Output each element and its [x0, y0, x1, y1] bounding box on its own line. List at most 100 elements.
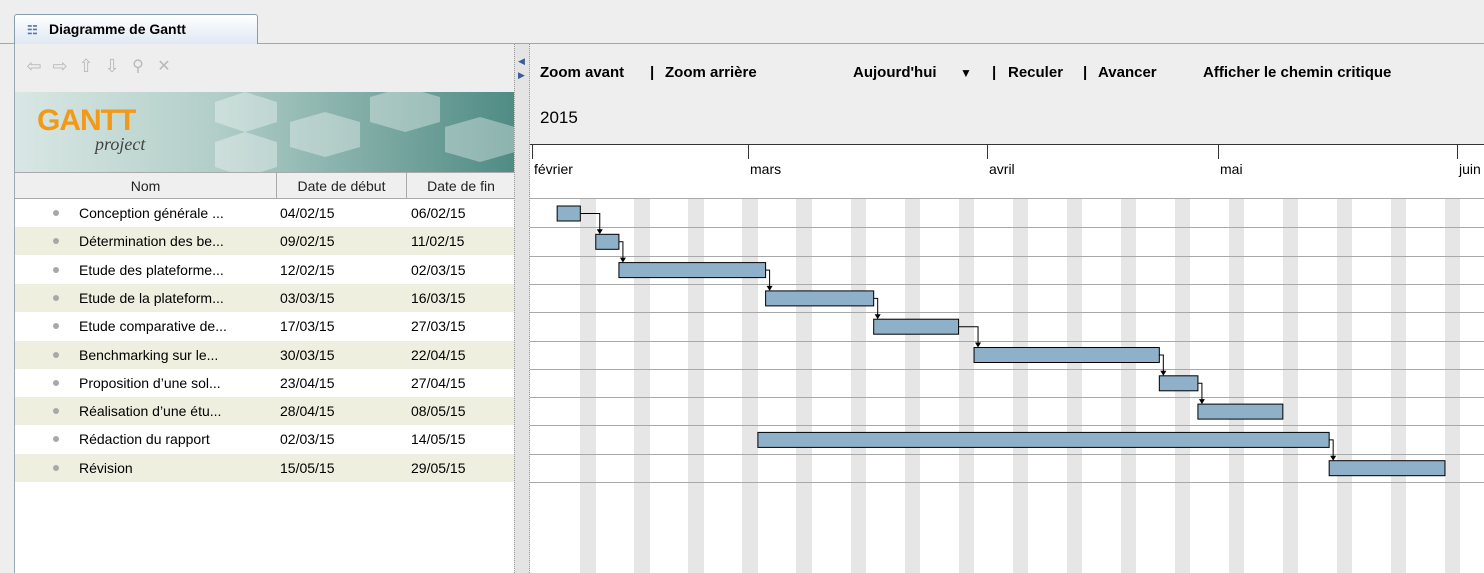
task-end-date: 22/04/15 [411, 346, 466, 363]
dependency-arrow-head [1330, 455, 1337, 461]
task-end-date: 27/04/15 [411, 374, 466, 391]
month-tick [1218, 145, 1219, 159]
table-row[interactable]: Rédaction du rapport 02/03/15 14/05/15 [15, 425, 515, 453]
arrow-left-icon[interactable]: ⇦ [23, 56, 45, 77]
collapse-left-icon[interactable]: ◀ [518, 56, 525, 67]
task-start-date: 17/03/15 [280, 318, 335, 335]
tab-label: Diagramme de Gantt [49, 21, 186, 37]
task-end-date: 27/03/15 [411, 318, 466, 335]
task-bar[interactable] [1197, 403, 1284, 420]
column-header-end[interactable]: Date de fin [407, 173, 515, 199]
unlink-icon[interactable]: ✕ [153, 56, 175, 76]
task-bullet-icon [53, 351, 59, 358]
task-bullet-icon [53, 436, 59, 443]
dependency-line [1329, 439, 1334, 457]
month-tick [748, 145, 749, 159]
gantt-tab-icon: ☷ [27, 23, 38, 37]
month-tick [1457, 145, 1458, 159]
zoom-out-link[interactable]: Zoom arrière [665, 64, 757, 81]
task-name: Rédaction du rapport [79, 431, 210, 448]
task-bullet-icon [53, 210, 59, 216]
task-name: Benchmarking sur le... [79, 346, 219, 363]
month-label: mai [1220, 161, 1243, 177]
task-bar[interactable] [873, 318, 960, 335]
task-bar[interactable] [1328, 460, 1446, 477]
table-header: Nom Date de début Date de fin [15, 172, 515, 199]
month-label: février [534, 161, 573, 177]
task-name: Etude des plateforme... [79, 261, 224, 278]
task-bar[interactable] [556, 205, 581, 222]
gantt-logo-sub: project [95, 134, 146, 154]
back-link[interactable]: Reculer [1008, 64, 1063, 81]
dependency-arrow-head [1198, 399, 1205, 405]
table-row[interactable]: Révision 15/05/15 29/05/15 [15, 453, 515, 482]
task-start-date: 02/03/15 [280, 431, 335, 448]
table-row[interactable]: Benchmarking sur le... 30/03/15 22/04/15 [15, 340, 515, 369]
task-bullet-icon [53, 294, 59, 301]
task-bullet-icon [53, 266, 59, 273]
month-tick [532, 145, 533, 159]
task-bullet-icon [53, 408, 59, 415]
task-start-date: 23/04/15 [280, 374, 335, 391]
table-row[interactable]: Etude de la plateform... 03/03/15 16/03/15 [15, 283, 515, 312]
arrow-down-icon[interactable]: ⇩ [101, 56, 123, 77]
today-dropdown[interactable]: Aujourd'hui [853, 64, 937, 81]
table-row[interactable]: Détermination des be... 09/02/15 11/02/15 [15, 227, 515, 256]
dependency-line [1159, 354, 1164, 372]
dependency-arrow-head [874, 314, 881, 320]
ganttproject-banner: GANTT project [15, 92, 515, 172]
collapse-right-icon[interactable]: ▶ [518, 70, 525, 81]
task-name: Réalisation d’une étu... [79, 403, 222, 420]
dependency-line [1197, 382, 1203, 401]
task-name: Conception générale ... [79, 205, 224, 221]
task-bar[interactable] [618, 262, 767, 279]
dependency-arrow-head [766, 285, 773, 291]
pane-splitter[interactable]: ◀ ▶ [514, 44, 530, 573]
dependency-arrow-head [1160, 370, 1167, 376]
task-bullet-icon [53, 323, 59, 330]
toolbar-separator: | [1083, 64, 1088, 81]
task-end-date: 08/05/15 [411, 403, 466, 420]
year-label: 2015 [540, 108, 578, 127]
table-row[interactable]: Proposition d’une sol... 23/04/15 27/04/15 [15, 369, 515, 397]
tab-gantt-diagram[interactable]: ☷ Diagramme de Gantt [14, 14, 258, 44]
dependency-arrow-head [619, 257, 626, 263]
link-icon[interactable]: ⚲ [127, 56, 149, 76]
task-start-date: 12/02/15 [280, 261, 335, 278]
arrow-right-icon[interactable]: ⇨ [49, 56, 71, 77]
task-name: Etude de la plateform... [79, 289, 224, 306]
table-row[interactable]: Etude des plateforme... 12/02/15 02/03/15 [15, 256, 515, 284]
table-row[interactable]: Conception générale ... 04/02/15 06/02/15 [15, 199, 515, 227]
dependency-arrow-head [975, 342, 982, 348]
critical-path-link[interactable]: Afficher le chemin critique [1203, 64, 1391, 81]
task-bar[interactable] [757, 431, 1330, 448]
gantt-bars [556, 205, 1446, 477]
task-bar[interactable] [595, 233, 620, 250]
forward-link[interactable]: Avancer [1098, 64, 1157, 81]
chart-toolbar: Zoom avant | Zoom arrière Aujourd'hui ▼ … [530, 44, 1484, 102]
task-toolbar: ⇦ ⇨ ⇧ ⇩ ⚲ ✕ [15, 44, 515, 92]
column-header-name[interactable]: Nom [15, 173, 277, 199]
toolbar-separator: | [992, 64, 997, 81]
task-start-date: 03/03/15 [280, 289, 335, 306]
dependency-line [765, 269, 771, 287]
task-bar[interactable] [765, 290, 875, 307]
task-end-date: 14/05/15 [411, 431, 466, 448]
task-bar[interactable] [973, 347, 1160, 363]
task-bullet-icon [53, 464, 59, 471]
task-start-date: 15/05/15 [280, 459, 335, 476]
chevron-down-icon[interactable]: ▼ [960, 66, 972, 80]
zoom-in-link[interactable]: Zoom avant [540, 64, 624, 81]
task-bar[interactable] [1158, 375, 1199, 392]
column-header-start[interactable]: Date de début [277, 173, 407, 199]
timeline-month-row: février mars avril mai juin [530, 144, 1484, 199]
toolbar-separator: | [650, 64, 655, 81]
gantt-chart-pane: Zoom avant | Zoom arrière Aujourd'hui ▼ … [530, 44, 1484, 573]
tab-strip: ☷ Diagramme de Gantt [0, 0, 1484, 44]
arrow-up-icon[interactable]: ⇧ [75, 56, 97, 77]
task-start-date: 09/02/15 [280, 233, 335, 250]
timeline-year-row: 2015 [530, 102, 1484, 144]
table-row[interactable]: Etude comparative de... 17/03/15 27/03/15 [15, 312, 515, 340]
table-row[interactable]: Réalisation d’une étu... 28/04/15 08/05/15 [15, 397, 515, 426]
gantt-grid [530, 199, 1484, 573]
